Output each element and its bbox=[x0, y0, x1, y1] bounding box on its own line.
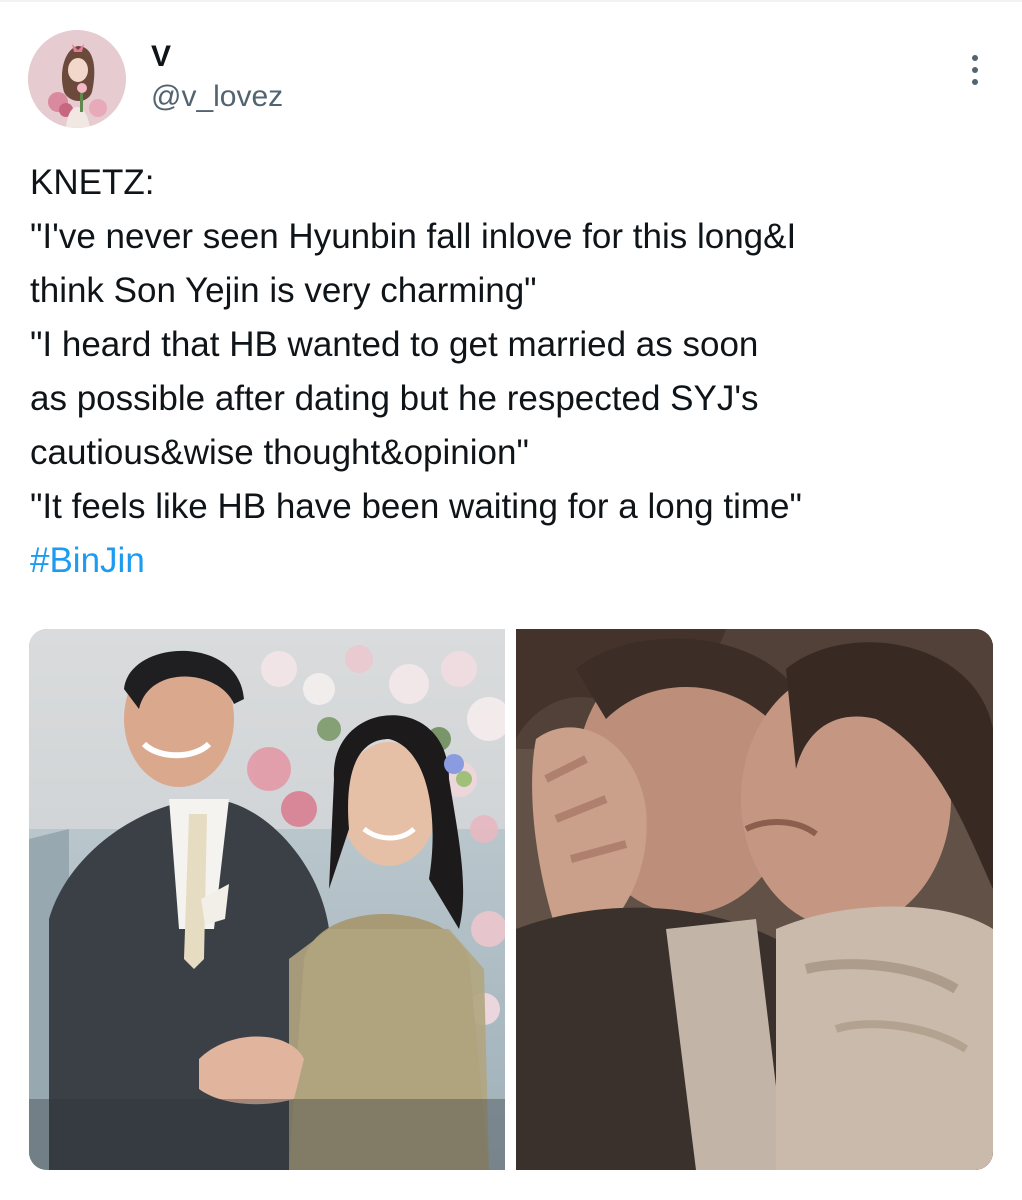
media-image-wedding[interactable] bbox=[29, 629, 505, 1170]
author-handle[interactable]: @v_lovez bbox=[151, 80, 283, 114]
tweet-text-line: cautious&wise thought&opinion" bbox=[30, 433, 529, 472]
more-dot bbox=[972, 67, 978, 73]
tweet-text-line: KNETZ: bbox=[30, 163, 155, 202]
avatar-illustration bbox=[28, 30, 126, 128]
more-dot bbox=[972, 55, 978, 61]
media-image-closeup[interactable] bbox=[516, 629, 993, 1170]
tweet-text-line: as possible after dating but he respecte… bbox=[30, 379, 759, 418]
tweet-text-line: think Son Yejin is very charming" bbox=[30, 271, 537, 310]
wedding-photo bbox=[29, 629, 505, 1170]
more-options-icon[interactable] bbox=[958, 48, 992, 92]
closeup-photo bbox=[516, 629, 993, 1170]
more-dot bbox=[972, 79, 978, 85]
tweet-text-line: "It feels like HB have been waiting for … bbox=[30, 487, 802, 526]
tweet-text: KNETZ: "I've never seen Hyunbin fall inl… bbox=[30, 156, 990, 588]
hashtag-link[interactable]: #BinJin bbox=[30, 534, 145, 588]
profile-avatar[interactable] bbox=[28, 30, 126, 128]
top-divider bbox=[0, 0, 1022, 2]
tweet-text-line: "I heard that HB wanted to get married a… bbox=[30, 325, 759, 364]
author-display-name[interactable]: V bbox=[151, 40, 171, 74]
tweet-text-line: "I've never seen Hyunbin fall inlove for… bbox=[30, 217, 797, 256]
